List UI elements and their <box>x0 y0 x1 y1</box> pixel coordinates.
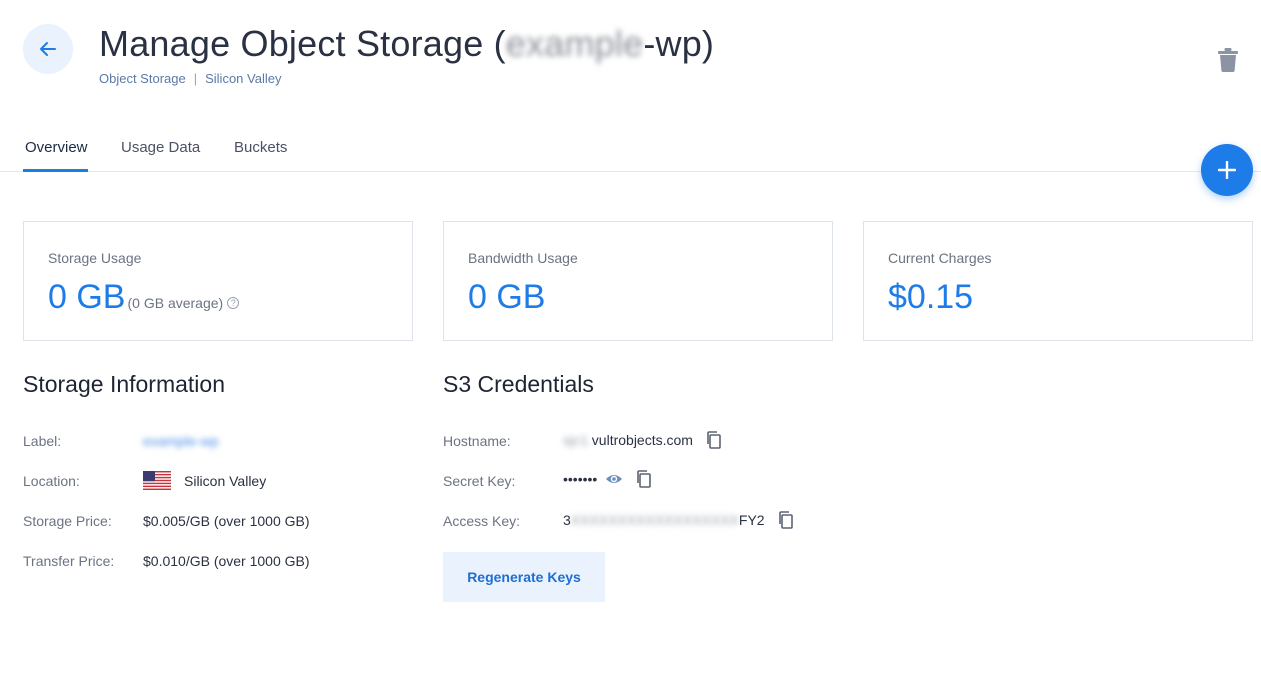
bandwidth-usage-value: 0 GB <box>468 278 546 316</box>
storage-information-heading: Storage Information <box>23 371 226 397</box>
breadcrumb-location: Silicon Valley <box>205 71 282 86</box>
access-key-prefix: 3 <box>563 512 571 528</box>
help-circle-icon[interactable]: ? <box>227 297 240 309</box>
current-charges-label: Current Charges <box>888 250 992 266</box>
eye-icon[interactable] <box>605 470 623 488</box>
label-value: example-wp <box>143 433 218 449</box>
access-key-key: Access Key: <box>443 513 521 529</box>
redacted-access-key: XXXXXXXXXXXXXXXXXX <box>570 512 739 528</box>
regenerate-keys-button[interactable]: Regenerate Keys <box>443 552 605 602</box>
tab-usage-data[interactable]: Usage Data <box>121 139 200 156</box>
storage-usage-average: (0 GB average) <box>127 295 224 311</box>
storage-price-value: $0.005/GB (over 1000 GB) <box>143 513 310 529</box>
page-title: Manage Object Storage (example-wp) <box>99 23 715 64</box>
secret-key-value: ••••••• <box>563 470 653 488</box>
hostname-value: sjc1. vultrobjects.com <box>563 431 723 449</box>
location-name: Silicon Valley <box>184 472 267 489</box>
storage-usage-value: 0 GB <box>48 278 126 316</box>
breadcrumb-separator: | <box>193 71 198 86</box>
location-key: Location: <box>23 473 80 489</box>
tab-buckets[interactable]: Buckets <box>234 139 287 156</box>
location-value: Silicon Valley <box>143 471 266 490</box>
storage-usage-value-row: 0 GB (0 GB average)? <box>48 278 240 317</box>
plus-icon <box>1218 161 1236 179</box>
label-key: Label: <box>23 433 62 449</box>
hostname-domain: vultrobjects.com <box>591 432 693 448</box>
active-tab-indicator <box>23 169 88 172</box>
secret-key-key: Secret Key: <box>443 473 516 489</box>
copy-icon[interactable] <box>777 511 795 529</box>
us-flag-icon <box>143 471 171 490</box>
breadcrumb: Object Storage | Silicon Valley <box>99 71 281 86</box>
redacted-instance-name: example <box>505 23 644 64</box>
transfer-price-key: Transfer Price: <box>23 553 115 569</box>
s3-credentials-heading: S3 Credentials <box>443 371 594 397</box>
transfer-price-value: $0.010/GB (over 1000 GB) <box>143 553 310 569</box>
redacted-hostname-prefix: sjc1. <box>563 432 592 448</box>
current-charges-value: $0.15 <box>888 278 974 316</box>
storage-price-key: Storage Price: <box>23 513 112 529</box>
copy-icon[interactable] <box>635 470 653 488</box>
access-key-suffix: FY2 <box>738 512 765 528</box>
storage-usage-card: Storage Usage 0 GB (0 GB average)? <box>23 221 413 341</box>
add-button[interactable] <box>1201 144 1253 196</box>
breadcrumb-product: Object Storage <box>99 71 186 86</box>
arrow-left-icon <box>40 42 56 56</box>
tab-overview[interactable]: Overview <box>25 139 88 156</box>
tab-bar: Overview Usage Data Buckets <box>0 130 1261 172</box>
access-key-value: 3 XXXXXXXXXXXXXXXXXX FY2 <box>563 511 795 529</box>
secret-key-masked: ••••••• <box>563 471 598 487</box>
trash-icon[interactable] <box>1217 48 1239 72</box>
back-button[interactable] <box>23 24 73 74</box>
bandwidth-usage-card: Bandwidth Usage 0 GB <box>443 221 833 341</box>
redacted-label-value: example-wp <box>143 433 219 449</box>
storage-usage-label: Storage Usage <box>48 250 142 266</box>
copy-icon[interactable] <box>705 431 723 449</box>
current-charges-card: Current Charges $0.15 <box>863 221 1253 341</box>
bandwidth-usage-label: Bandwidth Usage <box>468 250 578 266</box>
hostname-key: Hostname: <box>443 433 511 449</box>
